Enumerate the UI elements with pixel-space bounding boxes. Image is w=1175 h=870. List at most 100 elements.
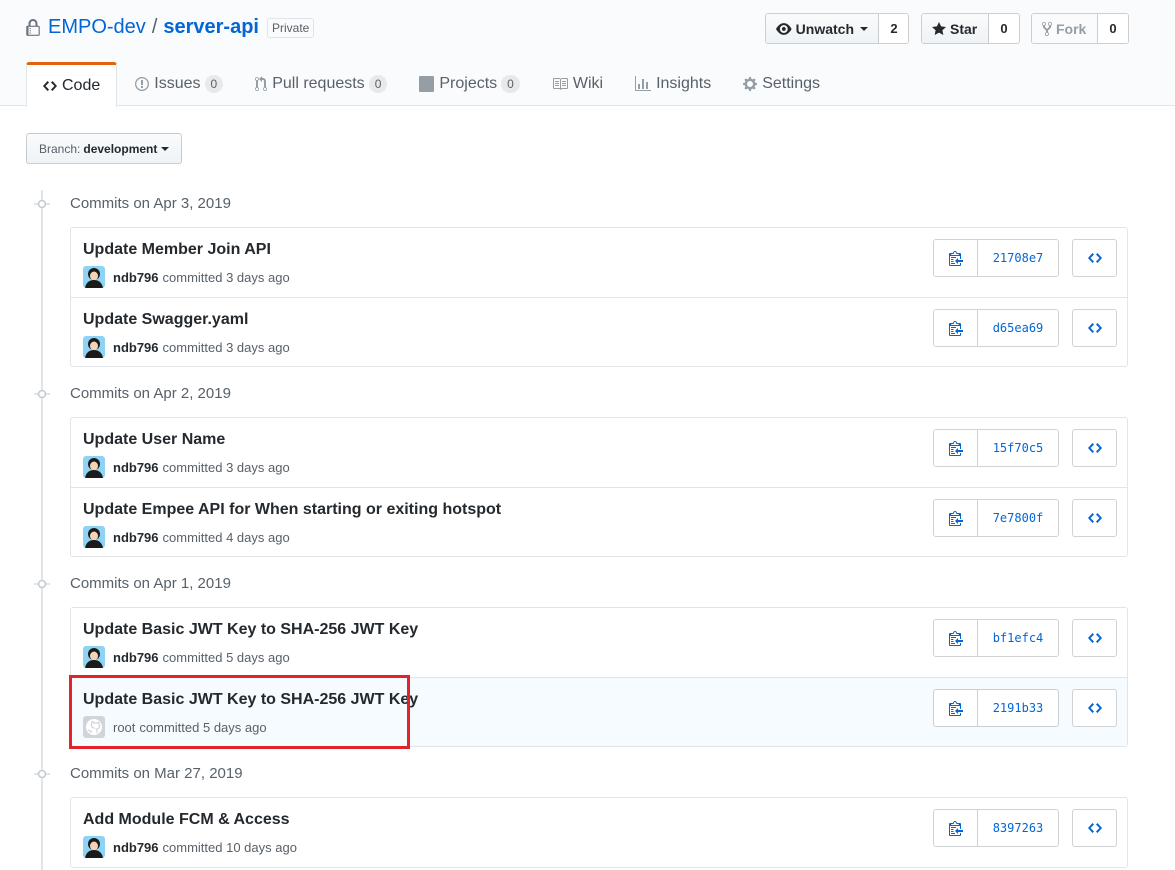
browse-repo-button[interactable] [1072, 239, 1117, 277]
tab-wiki[interactable]: Wiki [536, 62, 619, 106]
chevron-down-icon [161, 146, 170, 151]
star-label: Star [950, 20, 978, 37]
code-icon [1087, 633, 1102, 643]
commit-author[interactable]: ndb796 [113, 460, 159, 475]
fork-button[interactable]: Fork [1032, 14, 1098, 43]
project-icon [419, 76, 435, 92]
copy-sha-button[interactable] [934, 430, 978, 466]
avatar[interactable] [83, 336, 105, 358]
unwatch-button[interactable]: Unwatch [766, 14, 879, 43]
commit-sha-link[interactable]: 8397263 [978, 810, 1058, 846]
commit-title-link[interactable]: Update Basic JWT Key to SHA-256 JWT Key [83, 621, 418, 639]
book-icon [552, 78, 568, 90]
commit-author[interactable]: ndb796 [113, 340, 159, 355]
clippy-icon [948, 251, 963, 266]
eye-icon [776, 22, 792, 35]
browse-repo-button[interactable] [1072, 619, 1117, 657]
copy-sha-button[interactable] [934, 620, 978, 656]
commit-sha-link[interactable]: bf1efc4 [978, 620, 1058, 656]
code-icon [43, 81, 57, 91]
commit-author[interactable]: ndb796 [113, 650, 159, 665]
highlight-annotation [69, 675, 410, 749]
sha-button-group: d65ea69 [933, 309, 1059, 347]
commit-row: Update Swagger.yaml ndb796 committed 3 day… [71, 297, 1127, 366]
copy-sha-button[interactable] [934, 500, 978, 536]
gear-icon [743, 77, 758, 91]
browse-repo-button[interactable] [1072, 429, 1117, 467]
fork-count[interactable]: 0 [1098, 14, 1128, 43]
avatar[interactable] [83, 266, 105, 288]
watch-count[interactable]: 2 [879, 14, 908, 43]
commit-group-box: Update Member Join API ndb796 committed 3 … [70, 227, 1128, 367]
commit-group-heading: Commits on Apr 1, 2019 [34, 575, 231, 592]
tab-issues[interactable]: Issues 0 [119, 62, 239, 106]
sha-button-group: bf1efc4 [933, 619, 1059, 657]
browse-repo-button[interactable] [1072, 309, 1117, 347]
commit-sha-link[interactable]: 7e7800f [978, 500, 1058, 536]
watch-group: Unwatch 2 [765, 13, 909, 44]
star-button[interactable]: Star [922, 14, 989, 43]
commit-author[interactable]: ndb796 [113, 530, 159, 545]
commit-meta: ndb796 committed 3 days ago [83, 456, 290, 478]
tab-pull-requests[interactable]: Pull requests 0 [239, 62, 403, 106]
tab-pull-requests-label: Pull requests [272, 75, 365, 92]
repo-owner-link[interactable]: EMPO-dev [48, 16, 146, 39]
commit-row: Update Empee API for When starting or ex… [71, 487, 1127, 556]
code-icon [1087, 823, 1102, 833]
branch-select-button[interactable]: Branch: development [26, 133, 183, 164]
lock-icon [26, 18, 40, 36]
commit-title-link[interactable]: Update User Name [83, 431, 225, 449]
clippy-icon [948, 701, 963, 716]
commit-meta: ndb796 committed 5 days ago [83, 646, 290, 668]
tab-insights-label: Insights [656, 75, 712, 92]
avatar[interactable] [83, 526, 105, 548]
browse-repo-button[interactable] [1072, 689, 1117, 727]
browse-repo-button[interactable] [1072, 809, 1117, 847]
graph-icon [635, 76, 652, 91]
commit-sha-link[interactable]: 2191b33 [978, 690, 1058, 726]
repo-header: EMPO-dev / server-api Private Unwatch 2 … [0, 0, 1175, 107]
copy-sha-button[interactable] [934, 810, 978, 846]
commit-group-heading: Commits on Mar 27, 2019 [34, 765, 243, 782]
tab-settings[interactable]: Settings [727, 62, 836, 106]
copy-sha-button[interactable] [934, 240, 978, 276]
commit-sha-link[interactable]: 15f70c5 [978, 430, 1058, 466]
tab-code[interactable]: Code [26, 62, 118, 107]
commit-sha-link[interactable]: 21708e7 [978, 240, 1058, 276]
commit-time: committed 3 days ago [162, 459, 290, 475]
commit-time: committed 3 days ago [162, 339, 290, 355]
projects-counter: 0 [501, 75, 520, 93]
star-count[interactable]: 0 [989, 14, 1019, 43]
tab-wiki-label: Wiki [572, 75, 604, 92]
avatar[interactable] [83, 456, 105, 478]
code-icon [1087, 443, 1102, 453]
code-icon [1087, 253, 1102, 263]
sha-button-group: 21708e7 [933, 239, 1059, 277]
commit-author[interactable]: ndb796 [113, 840, 159, 855]
repo-name-link[interactable]: server-api [163, 16, 259, 39]
avatar[interactable] [83, 646, 105, 668]
commit-title-link[interactable]: Update Swagger.yaml [83, 311, 248, 329]
commit-meta: ndb796 committed 3 days ago [83, 266, 290, 288]
commit-title-link[interactable]: Update Member Join API [83, 241, 271, 259]
commit-sha-link[interactable]: d65ea69 [978, 310, 1058, 346]
tab-issues-label: Issues [154, 75, 201, 92]
commit-title-link[interactable]: Update Empee API for When starting or ex… [83, 501, 501, 519]
commit-node-icon [34, 199, 50, 208]
commit-node-icon [34, 579, 50, 588]
commit-row: Add Module FCM & Access ndb796 committed 1… [71, 798, 1127, 867]
copy-sha-button[interactable] [934, 690, 978, 726]
commit-group-heading: Commits on Apr 3, 2019 [34, 195, 231, 212]
copy-sha-button[interactable] [934, 310, 978, 346]
commit-group-heading: Commits on Apr 2, 2019 [34, 385, 231, 402]
tab-insights[interactable]: Insights [619, 62, 727, 106]
branch-value: development [83, 141, 158, 156]
commit-author[interactable]: ndb796 [113, 270, 159, 285]
commit-row: Update Member Join API ndb796 committed 3 … [71, 228, 1127, 297]
commit-time: committed 3 days ago [162, 269, 290, 285]
avatar[interactable] [83, 836, 105, 858]
commit-title-link[interactable]: Add Module FCM & Access [83, 811, 290, 829]
tab-projects[interactable]: Projects 0 [403, 62, 535, 106]
browse-repo-button[interactable] [1072, 499, 1117, 537]
pull-requests-counter: 0 [368, 75, 388, 93]
